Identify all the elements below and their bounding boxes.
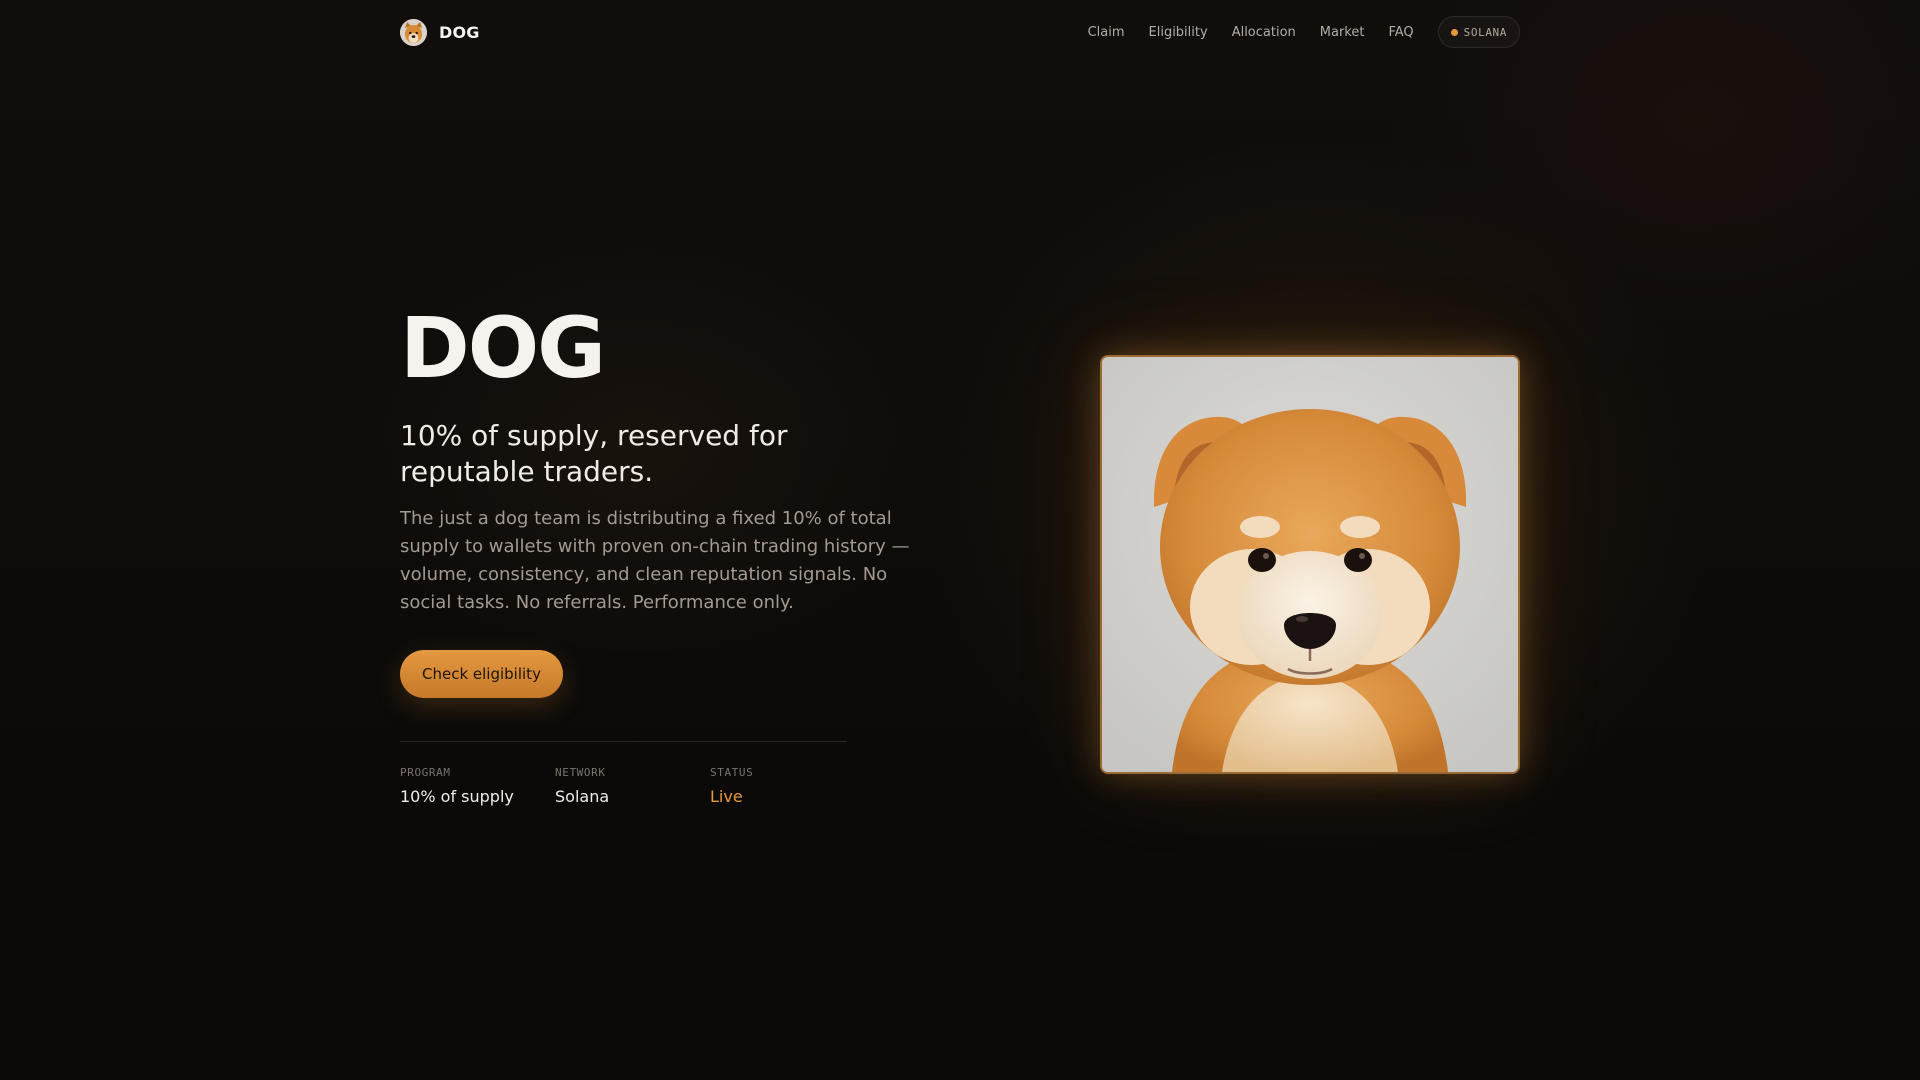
nav-links: Claim Eligibility Allocation Market FAQ … xyxy=(1088,16,1520,48)
landing-page: DOG Claim Eligibility Allocation Market … xyxy=(0,0,1920,1080)
divider xyxy=(400,741,847,742)
nav-link-eligibility[interactable]: Eligibility xyxy=(1149,25,1208,40)
brand-home-link[interactable]: DOG xyxy=(400,18,480,46)
nav-link-faq[interactable]: FAQ xyxy=(1388,25,1413,40)
stat-label: NETWORK xyxy=(555,766,606,779)
top-nav: DOG Claim Eligibility Allocation Market … xyxy=(400,14,1520,50)
dog-face-icon xyxy=(400,18,427,46)
stat-label: STATUS xyxy=(710,766,754,779)
status-live-value: Live xyxy=(710,787,743,806)
nav-link-allocation[interactable]: Allocation xyxy=(1232,25,1296,40)
stat-status: STATUS Live xyxy=(710,766,865,806)
shiba-puppy-photo xyxy=(1100,355,1520,774)
brand-name: DOG xyxy=(439,22,480,42)
status-dot-icon xyxy=(1450,28,1458,36)
check-eligibility-button[interactable]: Check eligibility xyxy=(400,650,563,698)
nav-link-claim[interactable]: Claim xyxy=(1088,25,1125,40)
stat-label: PROGRAM xyxy=(400,766,451,779)
stat-network: NETWORK Solana xyxy=(555,766,710,806)
network-badge-label: SOLANA xyxy=(1463,25,1507,39)
hero-title: DOG xyxy=(400,299,606,397)
network-badge[interactable]: SOLANA xyxy=(1437,16,1520,48)
stat-value: 10% of supply xyxy=(400,787,514,806)
hero-subtitle: 10% of supply, reserved for reputable tr… xyxy=(400,419,788,488)
program-stats: PROGRAM 10% of supply NETWORK Solana STA… xyxy=(400,766,865,806)
stat-program: PROGRAM 10% of supply xyxy=(400,766,555,806)
nav-link-market[interactable]: Market xyxy=(1320,25,1365,40)
hero-description: The just a dog team is distributing a fi… xyxy=(400,508,910,613)
stat-value: Solana xyxy=(555,787,610,806)
